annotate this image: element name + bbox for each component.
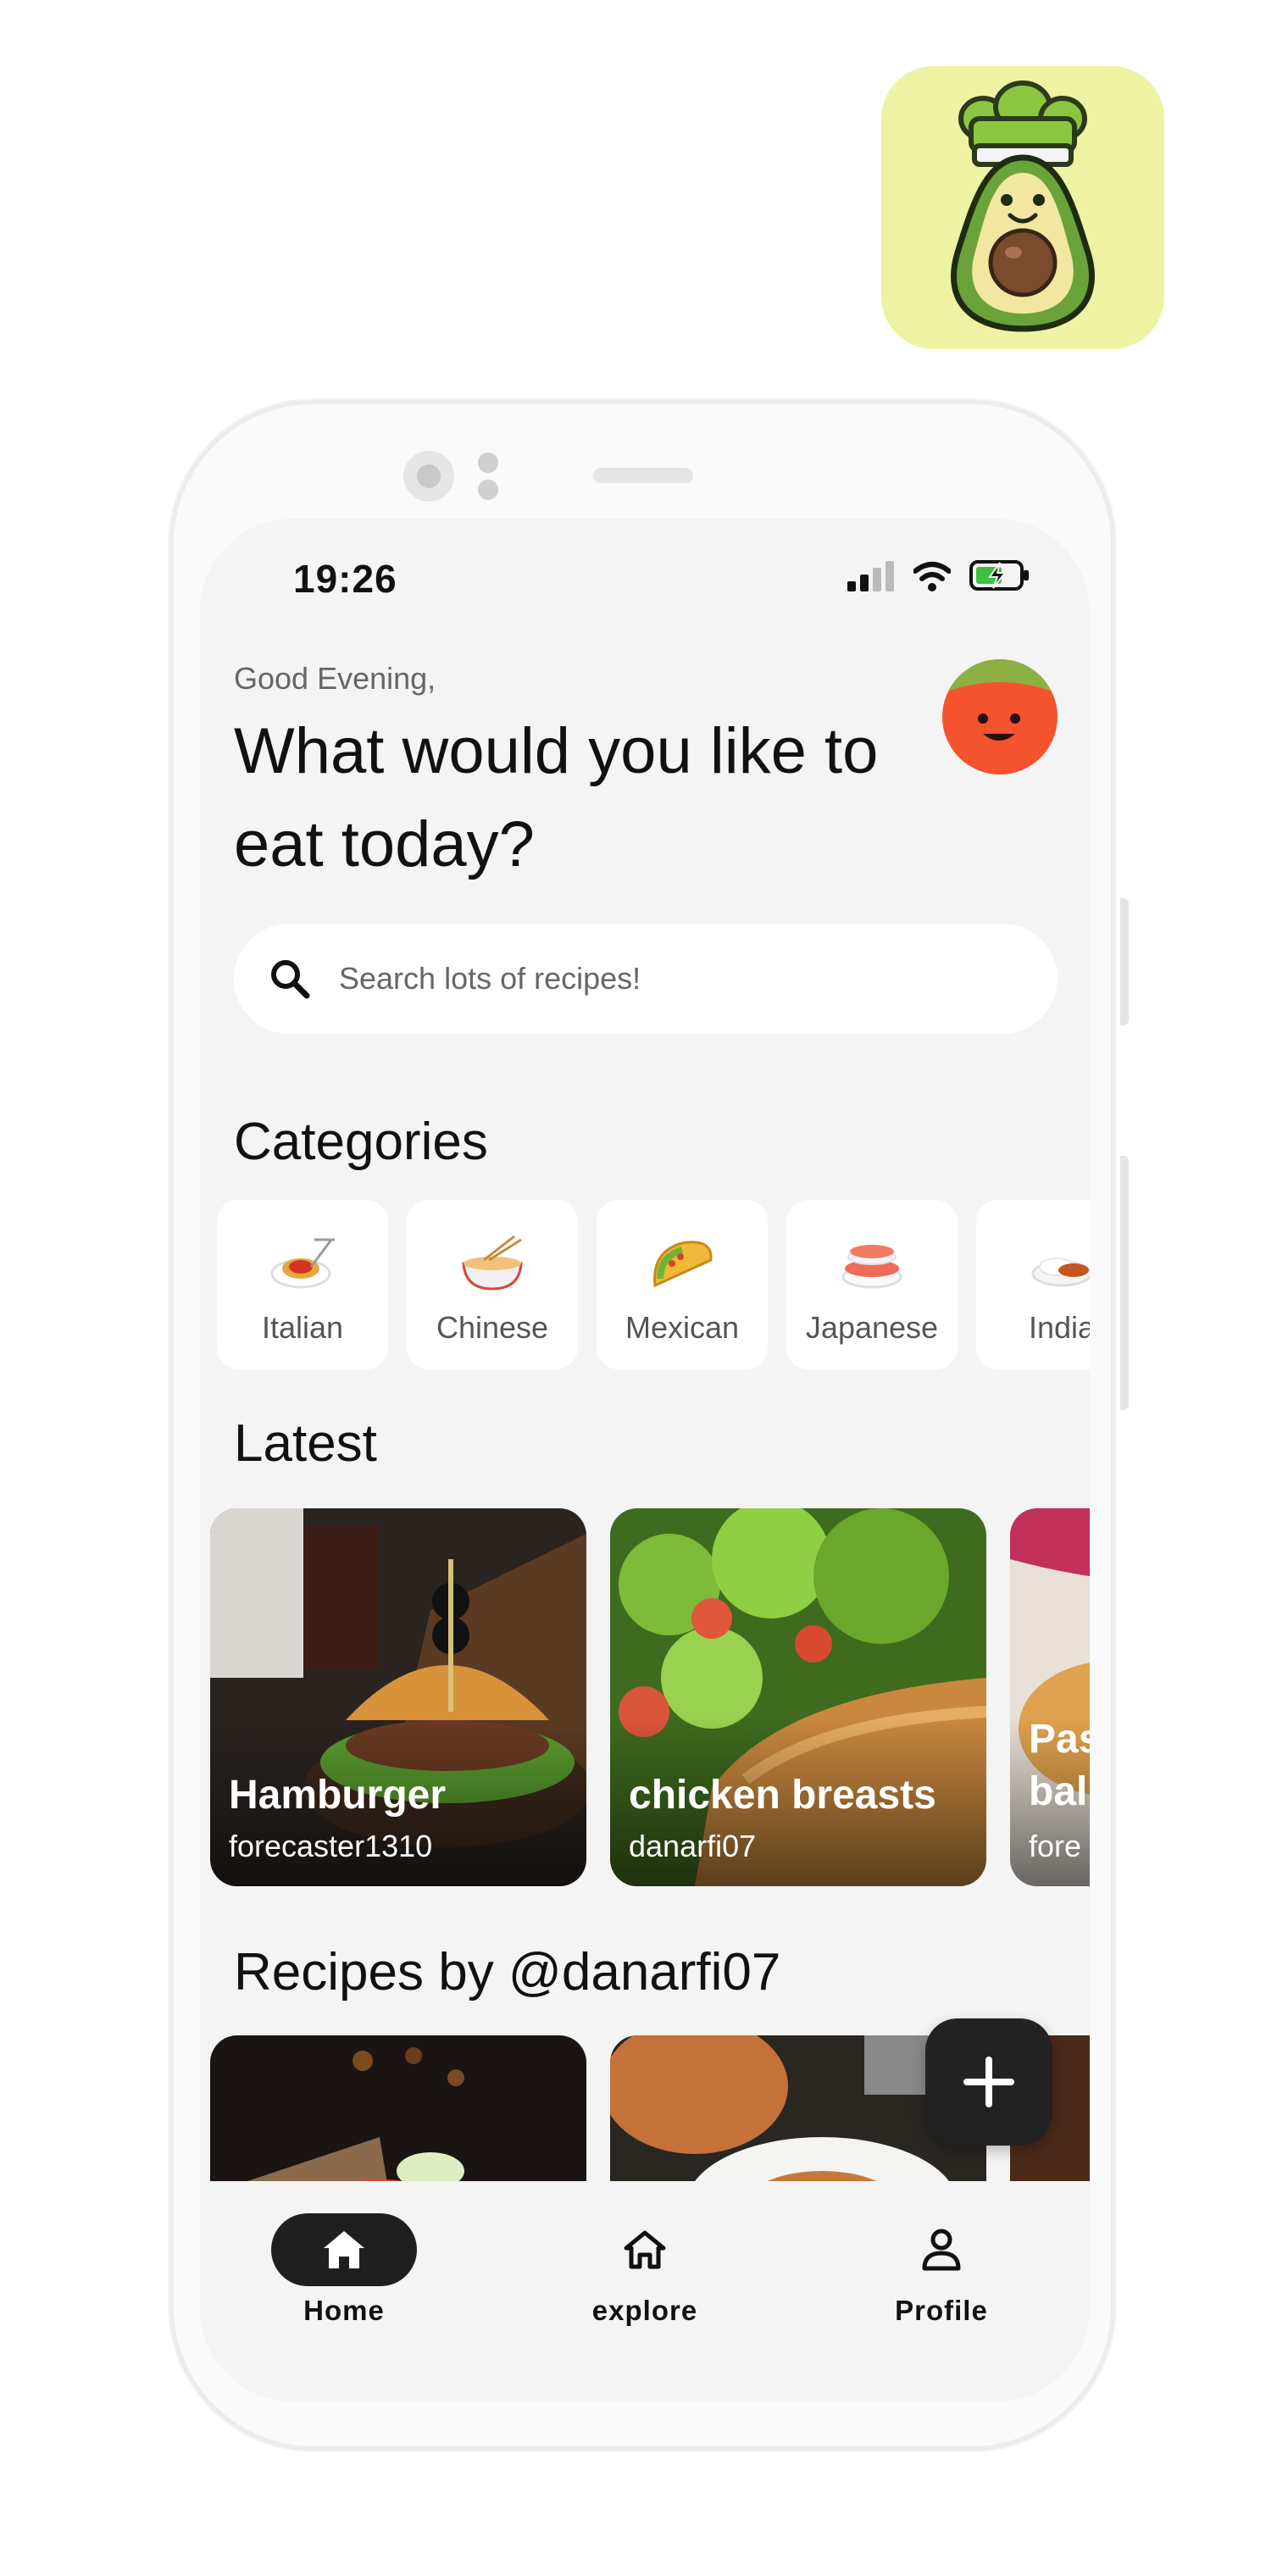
tomato-face-icon [942,659,1058,774]
camera-lens [417,464,441,488]
nav-label: explore [591,2295,698,2326]
nav-label: Home [303,2295,385,2326]
recipe-author: danarfi07 [629,1829,757,1863]
nav-pill [869,2213,1014,2286]
latest-title: Latest [234,1414,377,1473]
recipes-by-title: Recipes by @danarfi07 [234,1943,781,2001]
noodle-bowl-icon [462,1235,523,1291]
category-label: Japanese [805,1310,939,1345]
category-label: Italian [261,1310,344,1345]
sushi-icon [841,1245,902,1289]
category-italian[interactable]: Italian [217,1200,388,1369]
home-icon [324,2231,364,2268]
nav-profile[interactable]: Profile [840,2181,1043,2327]
recipe-card-chicken-breasts[interactable]: chicken breasts danarfi07 [610,1508,986,1886]
app-logo [881,66,1164,349]
recipe-card-pasta[interactable]: Pas bal fore [1010,1508,1090,1886]
page-title: What would you like to eat today? [234,715,879,880]
sensor-dot [478,480,498,500]
app-screen: 19:26 Good Evening, What would you like … [200,519,1090,2401]
search-icon [271,960,310,999]
nav-label: Profile [895,2295,988,2326]
category-japanese[interactable]: Japanese [786,1200,958,1369]
spaghetti-icon [270,1238,335,1289]
nav-explore[interactable]: explore [543,2181,747,2327]
curry-rice-icon [1031,1257,1090,1287]
person-icon [922,2229,961,2271]
sensor-dot [478,452,498,473]
home-outline-icon [624,2230,666,2269]
category-list: Italian Chinese Mexican Japanese India [217,1200,1090,1369]
recipe-title: Pas bal [1029,1717,1090,1814]
latest-list: Hamburger forecaster1310 chicken breasts… [210,1508,1090,1886]
category-label: Mexican [625,1310,740,1345]
category-india[interactable]: India [976,1200,1090,1369]
avocado-chef-icon [951,80,1095,332]
recipe-title: chicken breasts [629,1773,936,1818]
wifi-icon [913,562,951,591]
category-mexican[interactable]: Mexican [597,1200,768,1369]
search-input[interactable]: Search lots of recipes! [234,924,1058,1034]
earpiece-speaker [593,468,693,483]
recipe-author: forecaster1310 [229,1829,433,1863]
nav-home[interactable]: Home [242,2181,446,2327]
battery-charging-icon [969,560,1029,591]
status-time: 19:26 [293,557,397,601]
category-label: Chinese [436,1310,549,1345]
signal-icon [847,561,894,591]
nav-active-pill [271,2213,417,2286]
avatar[interactable] [942,659,1058,774]
status-icons [847,560,1030,591]
recipe-title: Hamburger [229,1773,447,1818]
recipe-author: fore [1029,1829,1082,1863]
power-button [1120,1156,1129,1410]
nav-pill [572,2213,718,2286]
add-recipe-button[interactable] [925,2018,1052,2146]
taco-icon [653,1241,713,1288]
recipe-card-hamburger[interactable]: Hamburger forecaster1310 [210,1508,586,1886]
greeting-text: Good Evening, [234,661,436,696]
category-chinese[interactable]: Chinese [407,1200,578,1369]
search-placeholder: Search lots of recipes! [339,961,641,996]
bottom-nav: Home explore Profile [200,2181,1090,2401]
category-label: India [1028,1310,1090,1345]
plus-icon [963,2057,1014,2107]
categories-title: Categories [234,1113,488,1171]
volume-button [1120,898,1129,1025]
